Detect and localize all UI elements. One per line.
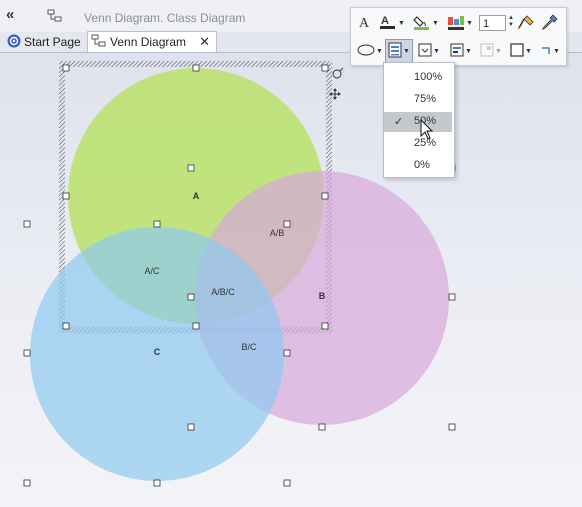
menu-item-100[interactable]: 100% (384, 68, 452, 88)
format-icon (480, 43, 494, 60)
menu-item-label: 100% (414, 71, 443, 83)
menu-item-label: 75% (414, 93, 437, 105)
close-icon[interactable]: ✕ (199, 34, 210, 50)
label-b: B (319, 291, 326, 301)
font-icon: A (358, 15, 372, 32)
chevron-down-icon: ▼ (432, 19, 439, 27)
font-button[interactable]: A (355, 13, 375, 33)
start-page-icon (7, 34, 21, 51)
tab-venn-diagram[interactable]: Venn Diagram ✕ (87, 31, 217, 52)
line-color-icon (447, 14, 465, 33)
menu-item-label: 0% (414, 159, 430, 171)
selection-handle[interactable] (321, 322, 329, 330)
selection-handle[interactable] (62, 322, 70, 330)
rotate-handle-icon[interactable] (332, 67, 344, 79)
class-diagram-icon (91, 34, 107, 51)
chevron-down-icon: ▼ (525, 47, 532, 55)
chevron-down-icon: ▼ (495, 47, 502, 55)
font-color-button[interactable]: A ▼ (377, 13, 407, 33)
selection-handle[interactable] (153, 479, 161, 487)
menu-item-50[interactable]: ✓ 50% (384, 112, 452, 132)
selection-handle[interactable] (187, 423, 195, 431)
selection-handle[interactable] (23, 479, 31, 487)
label-a-c: A/C (144, 266, 160, 276)
font-color-icon: A (379, 14, 397, 33)
opacity-menu: 100% 75% ✓ 50% 25% 0% (383, 62, 455, 178)
class-diagram-icon (47, 9, 63, 26)
selection-handle[interactable] (23, 349, 31, 357)
line-width-stepper[interactable]: ▲ ▼ (508, 15, 514, 29)
chevron-down-icon: ▼ (465, 47, 472, 55)
line-color-button[interactable]: ▼ (445, 13, 475, 33)
alignment-icon (418, 43, 432, 60)
selection-handle[interactable] (187, 164, 195, 172)
svg-text:A: A (359, 16, 370, 29)
selection-handle[interactable] (23, 220, 31, 228)
ellipse-icon (357, 44, 375, 59)
chevron-down-icon: ▼ (433, 47, 440, 55)
eyedropper-icon (541, 13, 558, 33)
diagram-canvas[interactable]: A B C A/B A/C B/C A/B/C (0, 53, 582, 507)
selection-handle[interactable] (192, 322, 200, 330)
diagram-title: Venn Diagram. Class Diagram (84, 11, 246, 25)
menu-item-25[interactable]: 25% (384, 134, 452, 154)
menu-item-75[interactable]: 75% (384, 90, 452, 110)
svg-text:A: A (381, 15, 389, 27)
venn-diagram: A B C A/B A/C B/C A/B/C (23, 61, 456, 487)
format-toolbar: A A ▼ ▼ ▼ 1 ▲ ▼ ▼ ▼ ▼ ▼ ▼ ▼ ▼ (350, 7, 567, 66)
label-a-b-c: A/B/C (211, 287, 235, 297)
selection-handle[interactable] (192, 64, 200, 72)
fill-color-button[interactable]: ▼ (411, 13, 441, 33)
menu-item-0[interactable]: 0% (384, 156, 452, 176)
selection-handle[interactable] (62, 64, 70, 72)
selection-handle[interactable] (187, 293, 195, 301)
label-a-b: A/B (270, 228, 285, 238)
selection-handle[interactable] (62, 192, 70, 200)
collapse-panel-button[interactable]: « (6, 6, 24, 24)
selection-handle[interactable] (321, 192, 329, 200)
selection-handle[interactable] (321, 64, 329, 72)
chevron-down-icon: ▼ (466, 19, 473, 27)
pick-style-button[interactable] (539, 13, 561, 33)
chevron-down-icon: ▼ (398, 19, 405, 27)
tab-label: Venn Diagram (110, 35, 187, 49)
chevron-down-icon: ▼ (403, 47, 410, 55)
format-painter-icon (517, 14, 535, 33)
text-format-icon (450, 43, 464, 60)
line-width-input[interactable]: 1 (479, 15, 506, 31)
opacity-button[interactable]: ▼ (385, 39, 413, 63)
format-painter-button[interactable] (515, 13, 537, 33)
shape-button[interactable]: ▼ (355, 41, 385, 61)
selection-handle[interactable] (153, 220, 161, 228)
mouse-cursor-icon (420, 118, 434, 144)
selection-handle[interactable] (283, 220, 291, 228)
selection-handle[interactable] (283, 349, 291, 357)
chevron-down-icon: ▼ (376, 47, 383, 55)
checkmark-icon: ✓ (394, 116, 404, 128)
label-c: C (154, 347, 161, 357)
chevron-down-icon: ▼ (553, 47, 560, 55)
corner-icon (540, 44, 552, 59)
label-b-c: B/C (241, 342, 257, 352)
tab-label: Start Page (24, 35, 81, 49)
selection-handle[interactable] (448, 293, 456, 301)
alignment-button[interactable]: ▼ (415, 41, 443, 61)
label-a: A (193, 191, 200, 201)
border-button[interactable]: ▼ (507, 41, 535, 61)
selection-handle[interactable] (283, 479, 291, 487)
corner-style-button[interactable]: ▼ (537, 41, 563, 61)
tab-start-page[interactable]: Start Page (4, 32, 84, 52)
opacity-icon (388, 42, 402, 61)
text-format-button[interactable]: ▼ (447, 41, 475, 61)
border-icon (510, 42, 524, 60)
disabled-format-button[interactable]: ▼ (477, 41, 505, 61)
selection-handle[interactable] (318, 423, 326, 431)
selection-handle[interactable] (448, 423, 456, 431)
paint-bucket-icon (413, 14, 431, 33)
